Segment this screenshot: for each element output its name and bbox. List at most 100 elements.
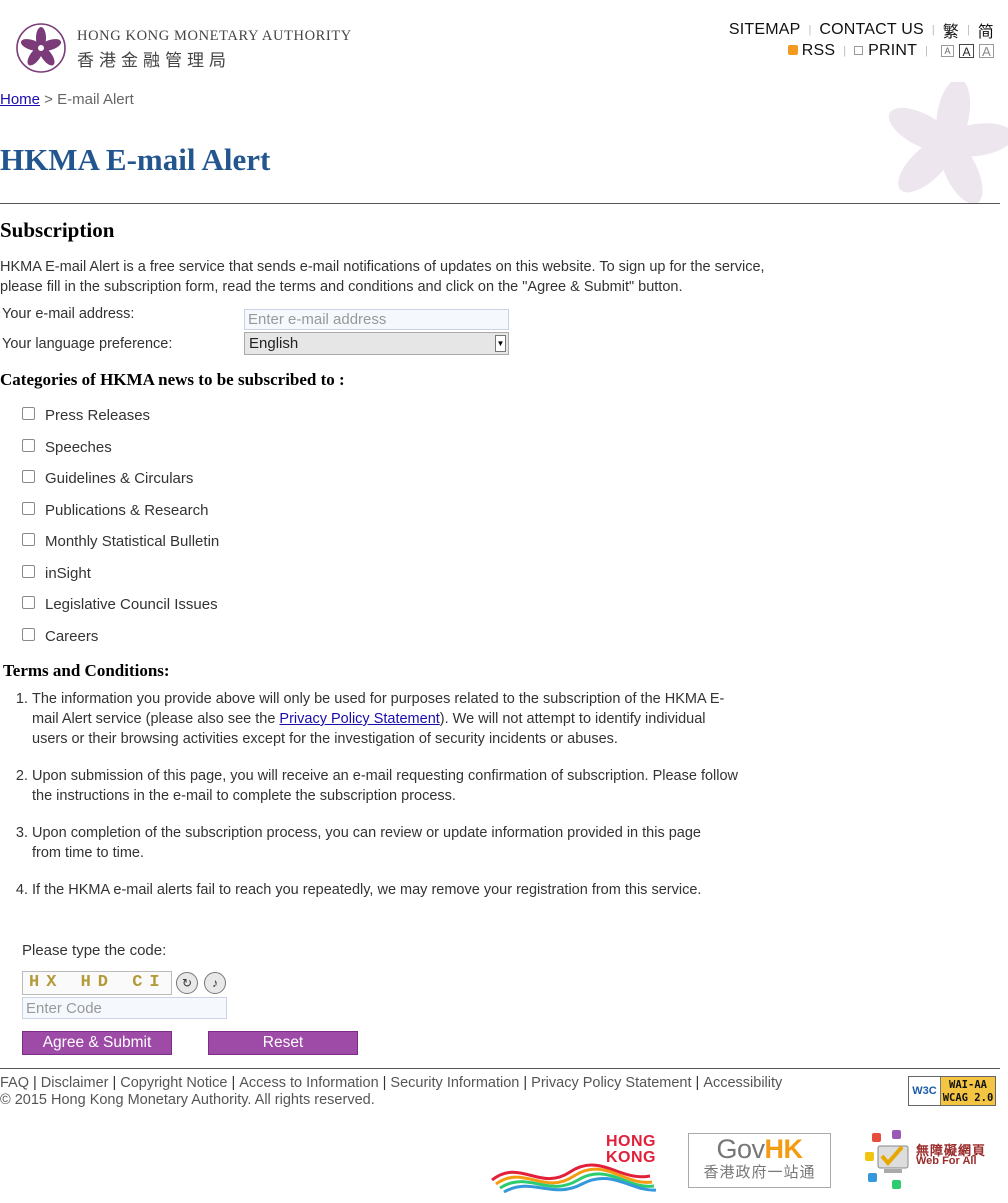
category-item[interactable]: Press Releases (22, 404, 150, 426)
checkbox[interactable] (22, 532, 35, 546)
category-item[interactable]: Legislative Council Issues (22, 593, 218, 615)
captcha-image: HX HD CI (22, 971, 172, 995)
category-label: Publications & Research (45, 501, 209, 519)
category-item[interactable]: Speeches (22, 436, 112, 458)
category-label: Speeches (45, 438, 112, 456)
checkbox[interactable] (22, 627, 35, 641)
checkbox[interactable] (22, 469, 35, 483)
refresh-captcha-icon[interactable]: ↻ (176, 972, 198, 994)
footer-disclaimer-link[interactable]: Disclaimer (41, 1075, 109, 1091)
web-for-all-icon (865, 1130, 909, 1189)
category-label: Monthly Statistical Bulletin (45, 532, 220, 550)
breadcrumb-home-link[interactable]: Home (0, 91, 40, 108)
web-for-all-logo[interactable]: 無障礙網頁 Web For All (862, 1128, 992, 1192)
lang-simplified-chinese-link[interactable]: 简 (978, 18, 994, 42)
separator: | (925, 44, 928, 57)
category-label: Press Releases (45, 406, 151, 424)
language-label: Your language preference: (2, 336, 173, 352)
agree-submit-button[interactable]: Agree & Submit (22, 1031, 172, 1055)
checkbox[interactable] (22, 501, 35, 515)
print-label: PRINT (868, 41, 918, 59)
org-name-en: HONG KONG MONETARY AUTHORITY (77, 28, 352, 44)
terms-item: If the HKMA e-mail alerts fail to reach … (32, 880, 762, 900)
category-label: Careers (45, 627, 99, 645)
reset-button[interactable]: Reset (208, 1031, 358, 1055)
category-label: Legislative Council Issues (45, 595, 218, 613)
category-item[interactable]: Monthly Statistical Bulletin (22, 530, 219, 552)
font-size-medium-button[interactable]: A (959, 43, 974, 58)
web-for-all-en: Web For All (916, 1155, 977, 1167)
intro-text: HKMA E-mail Alert is a free service that… (0, 259, 765, 295)
categories-heading: Categories of HKMA news to be subscribed… (0, 370, 345, 389)
hkma-logo[interactable]: HONG KONG MONETARY AUTHORITY 香港金融管理局 (15, 22, 355, 74)
rss-icon (787, 44, 798, 55)
w3c-logo: W3C (909, 1077, 941, 1105)
terms-item: Upon submission of this page, you will r… (32, 766, 757, 806)
footer-copyright-notice-link[interactable]: Copyright Notice (120, 1075, 227, 1091)
bauhinia-watermark-icon (888, 82, 1008, 205)
copyright-text: © 2015 Hong Kong Monetary Authority. All… (0, 1092, 375, 1108)
font-size-small-button[interactable]: A (941, 44, 954, 57)
bauhinia-logo-icon (16, 23, 66, 73)
brand-hong-kong-logo[interactable]: HONG KONG (490, 1134, 658, 1194)
separator: | (808, 23, 812, 36)
footer-privacy-policy-link[interactable]: Privacy Policy Statement (531, 1075, 691, 1091)
email-input[interactable] (244, 309, 509, 330)
checkbox[interactable] (22, 406, 35, 420)
print-link[interactable]: PRINT (854, 42, 917, 60)
footer-faq-link[interactable]: FAQ (0, 1075, 29, 1091)
category-item[interactable]: Guidelines & Circulars (22, 467, 193, 489)
terms-heading: Terms and Conditions: (3, 661, 170, 680)
breadcrumb: Home > E-mail Alert (0, 91, 134, 108)
breadcrumb-separator: > (40, 91, 58, 108)
email-label: Your e-mail address: (2, 306, 135, 322)
page-title: HKMA E-mail Alert (0, 142, 271, 177)
terms-item: Upon completion of the subscription proc… (32, 823, 722, 863)
rss-link[interactable]: RSS (787, 41, 836, 60)
top-links: SITEMAP | CONTACT US | 繁 | 简 RSS | PRINT… (729, 19, 994, 61)
footer-security-information-link[interactable]: Security Information (390, 1075, 519, 1091)
divider (0, 1068, 1000, 1069)
terms-list: The information you provide above will o… (0, 689, 760, 900)
audio-captcha-icon[interactable]: ♪ (204, 972, 226, 994)
wcag-badge-line2: WCAG 2.0 (942, 1092, 994, 1104)
language-selected-value: English (249, 335, 299, 352)
captcha-code-input[interactable] (22, 997, 227, 1019)
lang-traditional-chinese-link[interactable]: 繁 (943, 18, 959, 42)
govhk-logo[interactable]: GovHK 香港政府一站通 (688, 1133, 831, 1188)
govhk-gov-text: Gov (716, 1134, 765, 1164)
brand-hk-line1: HONG (606, 1133, 656, 1150)
footer-accessibility-link[interactable]: Accessibility (703, 1075, 782, 1091)
checkbox[interactable] (22, 438, 35, 452)
separator: | (966, 23, 970, 36)
separator: | (931, 23, 935, 36)
subscription-heading: Subscription (0, 218, 115, 242)
dragon-ribbon-icon (491, 1163, 657, 1194)
govhk-zh-text: 香港政府一站通 (703, 1164, 816, 1181)
separator: | (843, 44, 847, 57)
category-item[interactable]: Careers (22, 625, 98, 647)
checkbox[interactable] (22, 595, 35, 609)
captcha-label: Please type the code: (22, 942, 167, 959)
checkbox[interactable] (22, 564, 35, 578)
category-item[interactable]: Publications & Research (22, 499, 208, 521)
wcag-badge[interactable]: W3C WAI-AA WCAG 2.0 (908, 1076, 996, 1106)
footer-links: FAQ | Disclaimer | Copyright Notice | Access t… (0, 1075, 783, 1091)
breadcrumb-current: E-mail Alert (57, 91, 134, 108)
privacy-policy-link[interactable]: Privacy Policy Statement (279, 711, 439, 727)
contact-us-link[interactable]: CONTACT US (819, 21, 924, 39)
font-size-large-button[interactable]: A (979, 43, 994, 58)
divider (0, 203, 1000, 204)
category-label: inSight (45, 564, 91, 582)
footer-access-to-information-link[interactable]: Access to Information (239, 1075, 378, 1091)
language-select[interactable]: English ▼ (244, 332, 509, 355)
dropdown-arrow-icon: ▼ (495, 335, 506, 352)
terms-item: The information you provide above will o… (32, 689, 732, 749)
govhk-hk-text: HK (764, 1134, 804, 1164)
org-name-zh: 香港金融管理局 (77, 51, 231, 71)
print-icon (854, 45, 864, 55)
sitemap-link[interactable]: SITEMAP (729, 21, 801, 39)
wcag-badge-line1: WAI-AA (949, 1079, 987, 1091)
rss-label: RSS (801, 41, 836, 59)
category-item[interactable]: inSight (22, 562, 91, 584)
